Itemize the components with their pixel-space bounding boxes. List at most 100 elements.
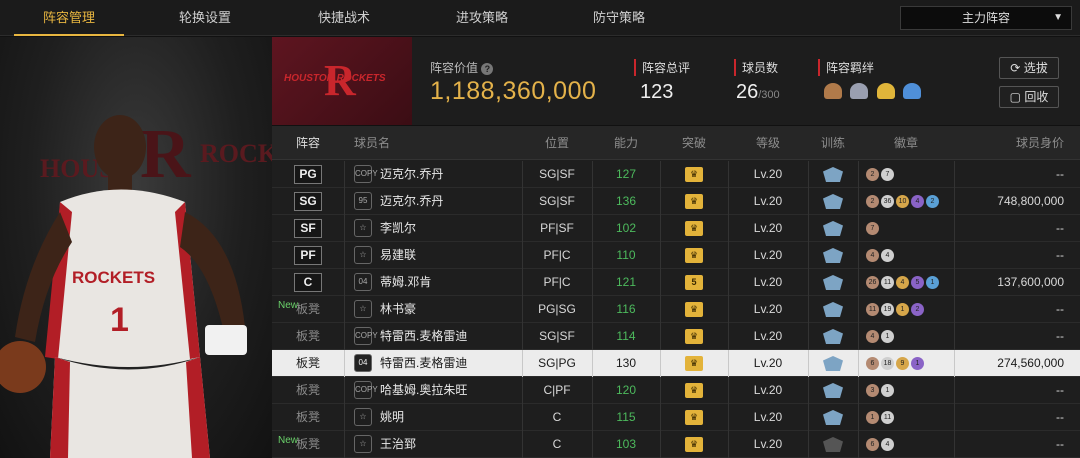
col-header-name[interactable]: 球员名 — [354, 126, 414, 160]
training-shield-icon[interactable] — [823, 167, 843, 182]
col-header-breakthrough[interactable]: 突破 — [660, 126, 728, 160]
badge-icon[interactable]: 3 — [866, 384, 879, 398]
slot-bench-label[interactable]: 板凳 — [272, 431, 344, 458]
badge-icon[interactable]: 1 — [881, 384, 894, 398]
col-header-training[interactable]: 训练 — [808, 126, 858, 160]
player-name[interactable]: 易建联 — [380, 242, 416, 269]
breakthrough-crown-icon[interactable]: ♛ — [685, 356, 703, 371]
training-shield-icon[interactable] — [823, 302, 843, 317]
badge-icon[interactable]: 1 — [911, 357, 924, 371]
select-button[interactable]: ⟳ 选拔 — [999, 57, 1059, 79]
badge-icon[interactable]: 7 — [866, 222, 879, 236]
training-shield-icon[interactable] — [823, 329, 843, 344]
badge-icon[interactable]: 11 — [866, 303, 879, 317]
badge-icon[interactable]: 18 — [881, 357, 894, 371]
badge-icon[interactable]: 9 — [896, 357, 909, 371]
slot-position-box[interactable]: SF — [294, 219, 322, 238]
table-row[interactable]: New 板凳 ☆ 王治郅 C 103 ♛ Lv.20 64 -- — [272, 431, 1080, 458]
col-header-slot[interactable]: 阵容 — [272, 126, 344, 160]
player-name[interactable]: 姚明 — [380, 404, 404, 431]
table-row[interactable]: New 板凳 ☆ 林书豪 PG|SG 116 ♛ Lv.20 11 19 1 2 -- — [272, 296, 1080, 323]
slot-bench-label[interactable]: 板凳 — [272, 404, 344, 431]
training-shield-icon[interactable] — [823, 437, 843, 452]
table-row[interactable]: 板凳 COPY 哈基姆.奥拉朱旺 C|PF 120 ♛ Lv.20 31 -- — [272, 377, 1080, 404]
player-name[interactable]: 迈克尔.乔丹 — [380, 161, 443, 188]
col-header-level[interactable]: 等级 — [728, 126, 808, 160]
slot-bench-label[interactable]: 板凳 — [272, 350, 344, 377]
col-header-badges[interactable]: 徽章 — [858, 126, 954, 160]
badge-icon[interactable]: 10 — [896, 195, 909, 209]
table-row[interactable]: PF ☆ 易建联 PF|C 110 ♛ Lv.20 44 -- — [272, 242, 1080, 269]
training-shield-icon[interactable] — [823, 275, 843, 290]
badge-icon[interactable]: 2 — [911, 303, 924, 317]
recycle-button[interactable]: ▢ 回收 — [999, 86, 1059, 108]
training-shield-icon[interactable] — [823, 356, 843, 371]
training-shield-icon[interactable] — [823, 410, 843, 425]
breakthrough-crown-icon[interactable]: ♛ — [685, 221, 703, 236]
badge-icon[interactable]: 1 — [866, 411, 879, 425]
table-row[interactable]: 板凳 04 特雷西.麦格雷迪 SG|PG 130 ♛ Lv.20 6 18 9 1 2… — [272, 350, 1080, 377]
training-shield-icon[interactable] — [823, 248, 843, 263]
breakthrough-crown-icon[interactable]: ♛ — [685, 410, 703, 425]
slot-position-box[interactable]: PG — [294, 165, 322, 184]
table-row[interactable]: 板凳 ☆ 姚明 C 115 ♛ Lv.20 1 11 -- — [272, 404, 1080, 431]
tab-defense-strategy[interactable]: 防守策略 — [564, 0, 674, 36]
badge-icon[interactable]: 1 — [926, 276, 939, 290]
player-name[interactable]: 哈基姆.奥拉朱旺 — [380, 377, 467, 404]
badge-icon[interactable]: 5 — [911, 276, 924, 290]
synergy-icons[interactable] — [824, 83, 922, 103]
col-header-ability[interactable]: 能力 — [592, 126, 660, 160]
table-row[interactable]: C 04 蒂姆.邓肯 PF|C 121 5 Lv.20 26 11 4 5 1 137,… — [272, 269, 1080, 296]
badge-icon[interactable]: 4 — [881, 249, 894, 263]
badge-icon[interactable]: 4 — [911, 195, 924, 209]
breakthrough-crown-icon[interactable]: ♛ — [685, 167, 703, 182]
player-name[interactable]: 李凯尔 — [380, 215, 416, 242]
training-shield-icon[interactable] — [823, 221, 843, 236]
slot-position-box[interactable]: PF — [294, 246, 322, 265]
slot-position-box[interactable]: C — [294, 273, 322, 292]
breakthrough-crown-icon[interactable]: 5 — [685, 275, 703, 290]
player-name[interactable]: 蒂姆.邓肯 — [380, 269, 431, 296]
breakthrough-crown-icon[interactable]: ♛ — [685, 383, 703, 398]
table-row[interactable]: SG 95 迈克尔.乔丹 SG|SF 136 ♛ Lv.20 2 36 10 4 2 7… — [272, 188, 1080, 215]
breakthrough-crown-icon[interactable]: ♛ — [685, 437, 703, 452]
player-name[interactable]: 特雷西.麦格雷迪 — [380, 323, 467, 350]
slot-bench-label[interactable]: 板凳 — [272, 296, 344, 323]
slot-bench-label[interactable]: 板凳 — [272, 377, 344, 404]
tab-rotation-settings[interactable]: 轮换设置 — [150, 0, 260, 36]
table-row[interactable]: 板凳 COPY 特雷西.麦格雷迪 SG|SF 114 ♛ Lv.20 41 -- — [272, 323, 1080, 350]
badge-icon[interactable]: 19 — [881, 303, 894, 317]
badge-icon[interactable]: 11 — [881, 411, 894, 425]
training-shield-icon[interactable] — [823, 383, 843, 398]
col-header-position[interactable]: 位置 — [522, 126, 592, 160]
badge-icon[interactable]: 26 — [866, 276, 879, 290]
badge-icon[interactable]: 11 — [881, 276, 894, 290]
badge-icon[interactable]: 1 — [881, 330, 894, 344]
col-header-player-value[interactable]: 球员身价 — [954, 126, 1080, 160]
player-name[interactable]: 林书豪 — [380, 296, 416, 323]
badge-icon[interactable]: 7 — [881, 168, 894, 182]
breakthrough-crown-icon[interactable]: ♛ — [685, 194, 703, 209]
help-icon[interactable]: ? — [481, 63, 494, 75]
breakthrough-crown-icon[interactable]: ♛ — [685, 302, 703, 317]
tab-quick-tactics[interactable]: 快捷战术 — [289, 0, 399, 36]
badge-icon[interactable]: 36 — [881, 195, 894, 209]
table-row[interactable]: PG COPY 迈克尔.乔丹 SG|SF 127 ♛ Lv.20 27 -- — [272, 161, 1080, 188]
slot-bench-label[interactable]: 板凳 — [272, 323, 344, 350]
badge-icon[interactable]: 6 — [866, 438, 879, 452]
breakthrough-crown-icon[interactable]: ♛ — [685, 248, 703, 263]
tab-offense-strategy[interactable]: 进攻策略 — [427, 0, 537, 36]
tab-lineup-management[interactable]: 阵容管理 — [14, 0, 124, 36]
player-name[interactable]: 特雷西.麦格雷迪 — [380, 350, 467, 377]
badge-icon[interactable]: 2 — [866, 195, 879, 209]
badge-icon[interactable]: 4 — [881, 438, 894, 452]
breakthrough-crown-icon[interactable]: ♛ — [685, 329, 703, 344]
badge-icon[interactable]: 4 — [866, 249, 879, 263]
lineup-dropdown[interactable]: 主力阵容 ▼ — [900, 6, 1072, 30]
player-name[interactable]: 迈克尔.乔丹 — [380, 188, 443, 215]
badge-icon[interactable]: 6 — [866, 357, 879, 371]
badge-icon[interactable]: 2 — [866, 168, 879, 182]
training-shield-icon[interactable] — [823, 194, 843, 209]
table-row[interactable]: SF ☆ 李凯尔 PF|SF 102 ♛ Lv.20 7 -- — [272, 215, 1080, 242]
badge-icon[interactable]: 2 — [926, 195, 939, 209]
